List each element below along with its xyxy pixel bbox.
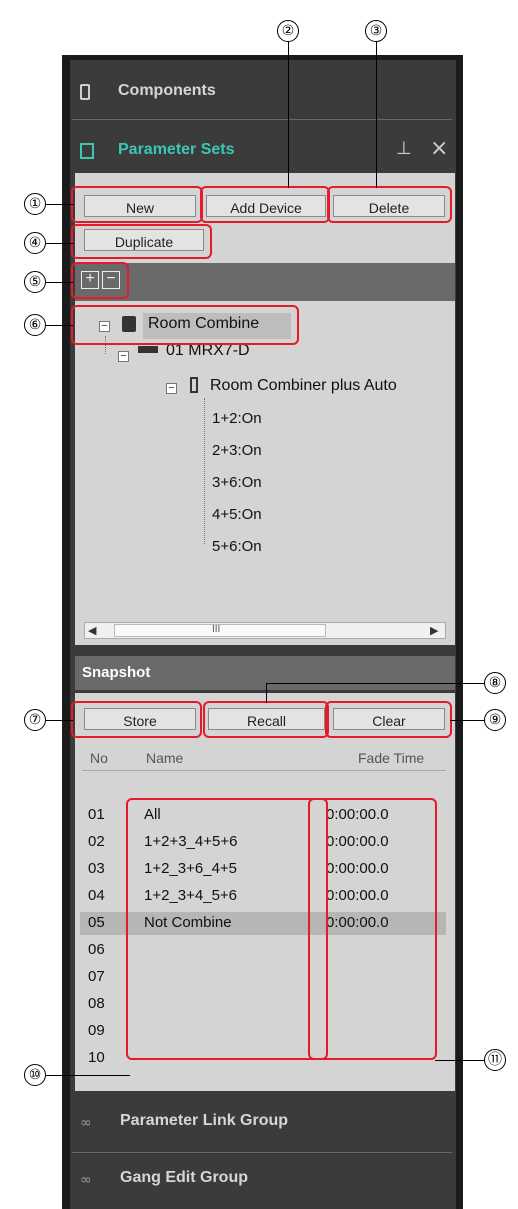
row-no: 08 <box>88 995 105 1012</box>
callout-9: ⑨ <box>484 709 506 731</box>
scroll-right-icon[interactable]: ▶ <box>430 622 438 639</box>
callout-4: ④ <box>24 232 46 254</box>
parameter-set-item[interactable]: 5+6:On <box>212 538 262 555</box>
row-no: 02 <box>88 833 105 850</box>
parameter-set-item[interactable]: 3+6:On <box>212 474 262 491</box>
leader-line <box>46 1075 130 1076</box>
tree-toolbar <box>75 263 455 301</box>
collapse-component-icon[interactable]: − <box>166 383 177 394</box>
parameter-set-item[interactable]: 1+2:On <box>212 410 262 427</box>
leader-line <box>44 204 73 205</box>
callout-2: ② <box>277 20 299 42</box>
collapse-device-icon[interactable]: − <box>118 351 129 362</box>
components-header[interactable]: Components <box>118 82 216 100</box>
callout-10: ⑩ <box>24 1064 46 1086</box>
column-header-name[interactable]: Name <box>146 750 183 766</box>
close-icon[interactable]: × <box>430 136 448 161</box>
device-icon <box>138 346 158 353</box>
annotation-fade-column <box>308 798 437 1060</box>
annotation-duplicate <box>71 224 212 259</box>
tree-connector <box>204 398 206 544</box>
parameter-sets-header[interactable]: Parameter Sets <box>118 141 235 159</box>
row-no: 09 <box>88 1022 105 1039</box>
column-header-fade-time[interactable]: Fade Time <box>358 750 424 766</box>
annotation-new <box>71 186 203 223</box>
column-header-no[interactable]: No <box>90 750 108 766</box>
row-no: 03 <box>88 860 105 877</box>
leader-line <box>435 1060 485 1061</box>
callout-6: ⑥ <box>24 314 46 336</box>
callout-3: ③ <box>365 20 387 42</box>
header-divider <box>82 770 446 771</box>
divider <box>72 119 452 120</box>
annotation-tree-root <box>71 305 299 345</box>
leader-line <box>450 720 486 721</box>
pin-icon[interactable]: ⊥ <box>396 138 412 159</box>
annotation-expand-collapse <box>71 262 129 299</box>
leader-line <box>266 683 267 703</box>
callout-8: ⑧ <box>484 672 506 694</box>
annotation-store <box>71 701 202 738</box>
leader-line <box>44 282 73 283</box>
annotation-recall <box>203 701 329 738</box>
component-icon <box>190 377 198 393</box>
leader-line <box>266 683 486 684</box>
parameter-set-item[interactable]: 2+3:On <box>212 442 262 459</box>
gang-edit-group-header[interactable]: Gang Edit Group <box>120 1169 248 1187</box>
callout-7: ⑦ <box>24 709 46 731</box>
snapshot-title: Snapshot <box>82 664 151 681</box>
callout-1: ① <box>24 193 46 215</box>
scrollbar-grip: III <box>212 624 221 635</box>
callout-5: ⑤ <box>24 271 46 293</box>
callout-11: ⑪ <box>484 1049 506 1071</box>
row-no: 10 <box>88 1049 105 1066</box>
leader-line <box>44 243 73 244</box>
parameter-link-group-header[interactable]: Parameter Link Group <box>120 1112 288 1130</box>
parameter-set-item[interactable]: 4+5:On <box>212 506 262 523</box>
components-icon <box>80 84 90 100</box>
row-no: 05 <box>88 914 105 931</box>
row-no: 01 <box>88 806 105 823</box>
leader-line <box>44 720 73 721</box>
leader-line <box>376 42 377 188</box>
tree-component-label[interactable]: Room Combiner plus Auto <box>210 377 397 395</box>
link-icon: ∞ <box>80 1172 92 1188</box>
annotation-add-device <box>200 186 330 223</box>
row-no: 07 <box>88 968 105 985</box>
row-no: 04 <box>88 887 105 904</box>
annotation-clear <box>325 701 452 738</box>
annotation-delete <box>327 186 452 223</box>
leader-line <box>288 42 289 188</box>
leader-line <box>44 325 73 326</box>
link-icon: ∞ <box>80 1115 92 1131</box>
row-no: 06 <box>88 941 105 958</box>
scroll-left-icon[interactable]: ◀ <box>88 622 96 639</box>
divider <box>72 1152 452 1153</box>
parameter-sets-icon <box>80 143 94 159</box>
annotation-name-column <box>126 798 328 1060</box>
